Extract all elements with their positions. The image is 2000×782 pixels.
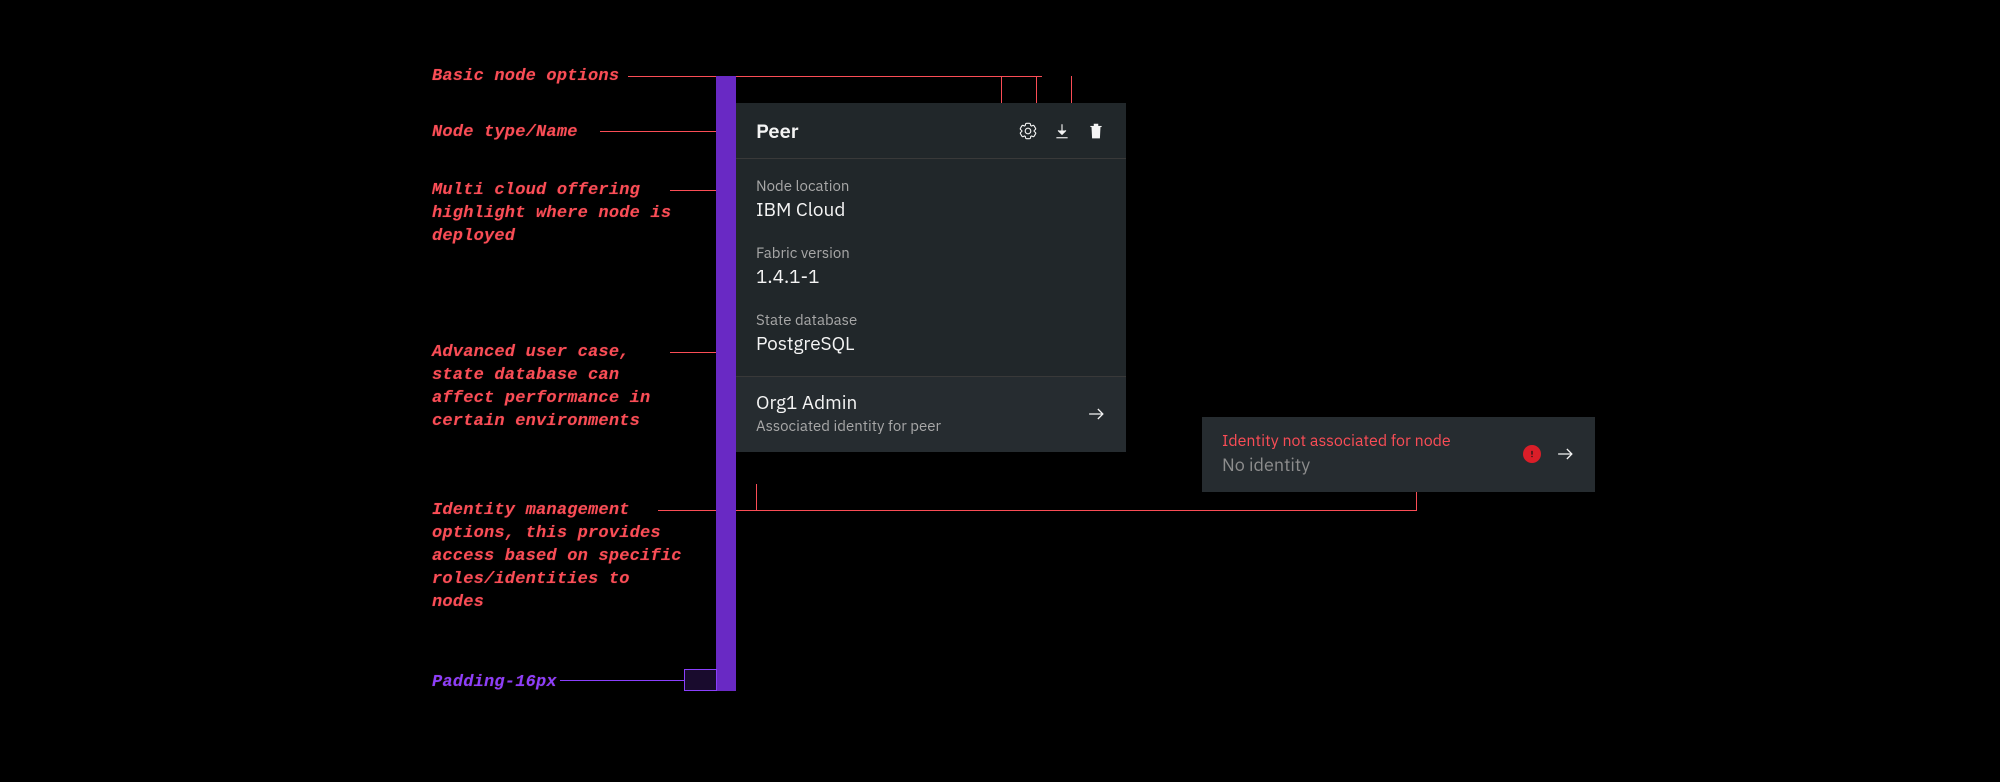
leader-line (628, 76, 1042, 77)
arrow-right-icon (1555, 444, 1575, 464)
field-label: State database (756, 311, 1106, 330)
card-actions (1018, 121, 1106, 141)
leader-line (756, 484, 757, 511)
download-icon[interactable] (1052, 121, 1072, 141)
trash-icon[interactable] (1086, 121, 1106, 141)
field-value: PostgreSQL (756, 332, 1106, 356)
stage: Basic node options Node type/Name Multi … (0, 0, 2000, 782)
error-title: Identity not associated for node (1222, 431, 1451, 451)
padding-indicator (684, 669, 717, 691)
card-body: Node location IBM Cloud Fabric version 1… (736, 159, 1126, 377)
accent-rail (716, 76, 736, 691)
card-header: Peer (736, 103, 1126, 159)
annotation-node-type: Node type/Name (432, 122, 578, 145)
error-text: Identity not associated for node No iden… (1222, 431, 1451, 476)
annotation-padding: Padding-16px (432, 672, 557, 695)
field-state-database: State database PostgreSQL (756, 311, 1106, 356)
identity-title: Org1 Admin (756, 391, 941, 415)
field-node-location: Node location IBM Cloud (756, 177, 1106, 222)
leader-line (560, 680, 684, 681)
field-value: IBM Cloud (756, 198, 1106, 222)
card-title: Peer (756, 117, 799, 144)
annotation-advanced: Advanced user case, state database can a… (432, 342, 682, 434)
leader-line (658, 510, 1417, 511)
gear-icon[interactable] (1018, 121, 1038, 141)
warning-filled-icon (1523, 445, 1541, 463)
identity-sub: Associated identity for peer (756, 417, 941, 436)
node-card: Peer Node location IBM Cloud Fabric vers… (736, 103, 1126, 452)
identity-text: Org1 Admin Associated identity for peer (756, 391, 941, 436)
annotation-multi-cloud: Multi cloud offering highlight where nod… (432, 180, 682, 249)
field-fabric-version: Fabric version 1.4.1-1 (756, 244, 1106, 289)
identity-error-row[interactable]: Identity not associated for node No iden… (1202, 417, 1595, 492)
identity-row[interactable]: Org1 Admin Associated identity for peer (736, 377, 1126, 452)
annotation-basic-options: Basic node options (432, 66, 619, 89)
field-label: Fabric version (756, 244, 1106, 263)
field-value: 1.4.1-1 (756, 265, 1106, 289)
error-sub: No identity (1222, 453, 1451, 476)
field-label: Node location (756, 177, 1106, 196)
arrow-right-icon (1086, 404, 1106, 424)
error-right (1523, 444, 1575, 464)
annotation-identity: Identity management options, this provid… (432, 500, 692, 615)
